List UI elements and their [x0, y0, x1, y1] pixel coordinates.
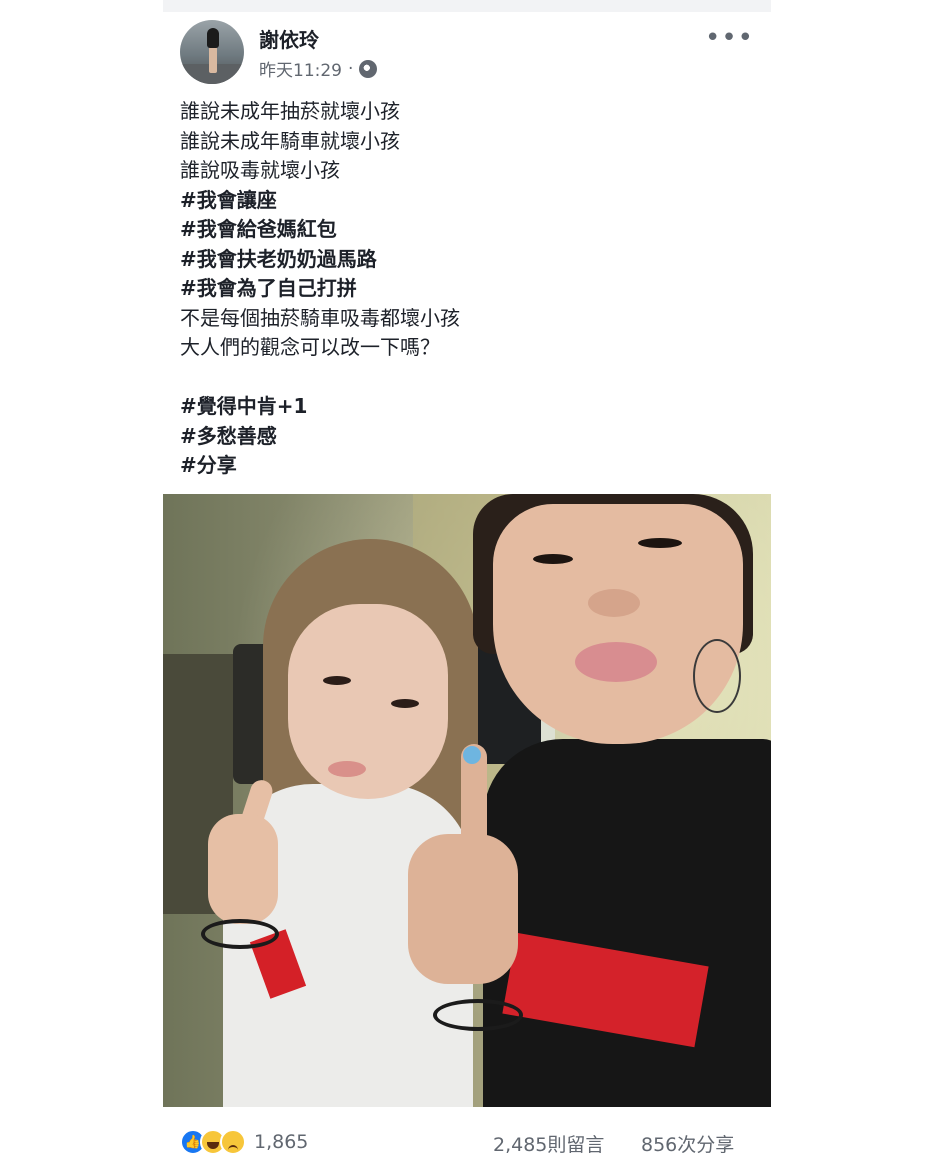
- avatar-figure-legs: [209, 47, 217, 73]
- avatar-figure: [207, 28, 219, 48]
- timestamp[interactable]: 昨天11:29: [259, 56, 342, 81]
- shares-count-link[interactable]: 856次分享: [641, 1130, 734, 1157]
- person-right-eye: [638, 538, 682, 548]
- post-photo[interactable]: [163, 494, 771, 1107]
- hashtag-link[interactable]: #我會給爸媽紅包: [180, 215, 750, 245]
- person-left-bracelet: [201, 919, 279, 949]
- person-right-earring: [693, 639, 741, 713]
- hashtag-link[interactable]: #我會讓座: [180, 186, 750, 216]
- more-options-button[interactable]: •••: [705, 25, 754, 51]
- hashtag-link[interactable]: #我會扶老奶奶過馬路: [180, 245, 750, 275]
- author-name[interactable]: 謝依玲: [259, 24, 319, 53]
- post-text-line: 誰說未成年騎車就壞小孩: [180, 128, 400, 153]
- hashtag-link[interactable]: #我會為了自己打拼: [180, 274, 750, 304]
- post-text-line: 大人們的觀念可以改一下嗎？: [180, 335, 440, 359]
- hashtag-link[interactable]: #分享: [180, 451, 750, 481]
- globe-icon: [359, 59, 378, 78]
- person-left-hand: [208, 814, 278, 924]
- sad-icon: [220, 1129, 246, 1155]
- post-header: 謝依玲 昨天11:29 · •••: [180, 20, 771, 84]
- person-right-eye: [533, 554, 573, 564]
- person-right-bracelet: [433, 999, 523, 1031]
- person-right-shirt: [483, 739, 771, 1107]
- hashtag-link[interactable]: #覺得中肯+1: [180, 392, 750, 422]
- person-right-nail: [463, 746, 481, 764]
- post-meta: 昨天11:29 ·: [259, 56, 378, 81]
- post-text-line: 誰說未成年抽菸就壞小孩: [180, 99, 400, 123]
- person-right-nose: [588, 589, 640, 617]
- post-text-line: 不是每個抽菸騎車吸毒都壞小孩: [180, 305, 460, 330]
- comments-count-link[interactable]: 2,485則留言: [493, 1130, 604, 1157]
- person-right-lips: [575, 642, 657, 682]
- meta-separator: ·: [348, 58, 354, 79]
- reactions-summary[interactable]: 👍 1,865: [180, 1128, 308, 1156]
- reaction-count: 1,865: [254, 1131, 309, 1153]
- post-footer: 👍 1,865 2,485則留言 856次分享: [180, 1122, 755, 1162]
- top-bar: [163, 0, 771, 12]
- hashtag-link[interactable]: #多愁善感: [180, 422, 750, 452]
- person-left-lips: [328, 761, 366, 777]
- avatar[interactable]: [180, 20, 244, 84]
- person-left-face: [288, 604, 448, 799]
- post-text-line: 誰說吸毒就壞小孩: [180, 158, 340, 182]
- post-text: 誰說未成年抽菸就壞小孩 誰說未成年騎車就壞小孩 誰說吸毒就壞小孩 #我會讓座 #…: [180, 97, 750, 481]
- person-right-hand: [408, 834, 518, 984]
- person-left-eye: [323, 676, 351, 685]
- person-left-eye: [391, 699, 419, 708]
